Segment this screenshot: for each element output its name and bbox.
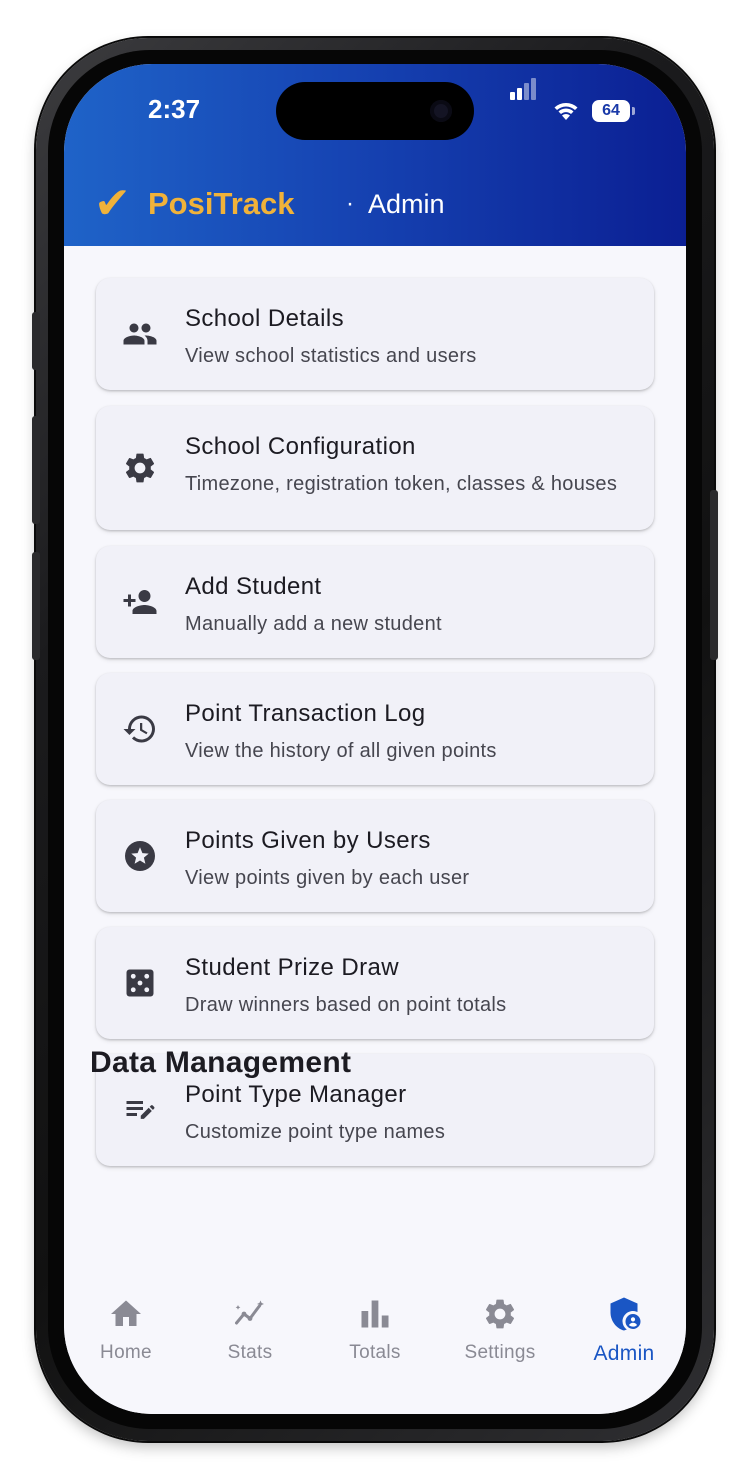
tab-label: Stats	[227, 1342, 273, 1363]
card-title: Point Type Manager	[185, 1081, 407, 1108]
bottom-tab-bar: Home Stats Totals Settings Admin	[64, 1276, 686, 1414]
camera-icon	[430, 100, 452, 122]
data-management-heading: Data Management	[90, 1046, 352, 1079]
card-subtitle: View points given by each user	[185, 867, 470, 889]
home-icon	[111, 1300, 141, 1326]
power-button	[710, 490, 718, 660]
stats-icon	[235, 1300, 264, 1325]
points-given-by-users-card[interactable]: Points Given by Users View points given …	[96, 800, 654, 912]
card-title: Points Given by Users	[185, 827, 431, 854]
battery-indicator: 64	[592, 100, 635, 122]
app-logo: PosiTrack	[148, 186, 295, 221]
people-icon	[120, 314, 160, 354]
tab-label: Home	[100, 1342, 152, 1363]
tab-admin[interactable]: Admin	[569, 1294, 679, 1366]
card-subtitle: View school statistics and users	[185, 345, 477, 367]
dynamic-island	[276, 82, 474, 140]
tab-totals[interactable]: Totals	[320, 1294, 430, 1366]
tab-settings[interactable]: Settings	[445, 1294, 555, 1366]
bar-chart-icon	[361, 1300, 389, 1328]
admin-list: School Details View school statistics an…	[64, 246, 686, 1276]
card-title: School Configuration	[185, 433, 416, 460]
card-title: School Details	[185, 305, 345, 332]
star-circle-icon	[120, 836, 160, 876]
admin-shield-icon	[610, 1297, 641, 1331]
wifi-icon	[554, 103, 578, 120]
brand: ✔ PosiTrack · Admin	[94, 180, 514, 228]
dice-icon	[120, 963, 160, 1003]
card-subtitle: Customize point type names	[185, 1121, 446, 1143]
card-subtitle: Draw winners based on point totals	[185, 994, 507, 1016]
tab-label: Settings	[464, 1342, 536, 1363]
tab-label: Admin	[593, 1342, 655, 1365]
action-button	[32, 312, 40, 370]
student-prize-draw-card[interactable]: Student Prize Draw Draw winners based on…	[96, 927, 654, 1039]
title-separator: ·	[346, 190, 354, 217]
edit-list-icon	[120, 1090, 160, 1130]
card-subtitle: Manually add a new student	[185, 613, 442, 635]
school-configuration-card[interactable]: School Configuration Timezone, registrat…	[96, 406, 654, 530]
gear-icon	[120, 448, 160, 488]
card-title: Student Prize Draw	[185, 954, 399, 981]
school-details-card[interactable]: School Details View school statistics an…	[96, 278, 654, 390]
tab-stats[interactable]: Stats	[195, 1294, 305, 1366]
card-title: Point Transaction Log	[185, 700, 426, 727]
tab-label: Totals	[349, 1342, 401, 1363]
volume-up-button	[32, 416, 40, 524]
page-title: Admin	[368, 189, 445, 219]
card-subtitle: View the history of all given points	[185, 740, 497, 762]
history-icon	[120, 709, 160, 749]
checkmark-logo-icon: ✔	[94, 179, 131, 228]
tab-home[interactable]: Home	[71, 1294, 181, 1366]
point-transaction-log-card[interactable]: Point Transaction Log View the history o…	[96, 673, 654, 785]
card-subtitle: Timezone, registration token, classes & …	[185, 473, 618, 495]
status-time: 2:37	[148, 94, 201, 124]
status-icons: 64	[510, 78, 640, 124]
app-screen: 2:37 64 ✔ PosiTrack · Admin School Detai…	[64, 64, 686, 1414]
app-header: 2:37 64 ✔ PosiTrack · Admin	[64, 64, 686, 246]
volume-down-button	[32, 552, 40, 660]
card-title: Add Student	[185, 573, 322, 600]
add-student-card[interactable]: Add Student Manually add a new student	[96, 546, 654, 658]
gear-icon	[485, 1299, 515, 1329]
person-add-icon	[120, 582, 160, 622]
